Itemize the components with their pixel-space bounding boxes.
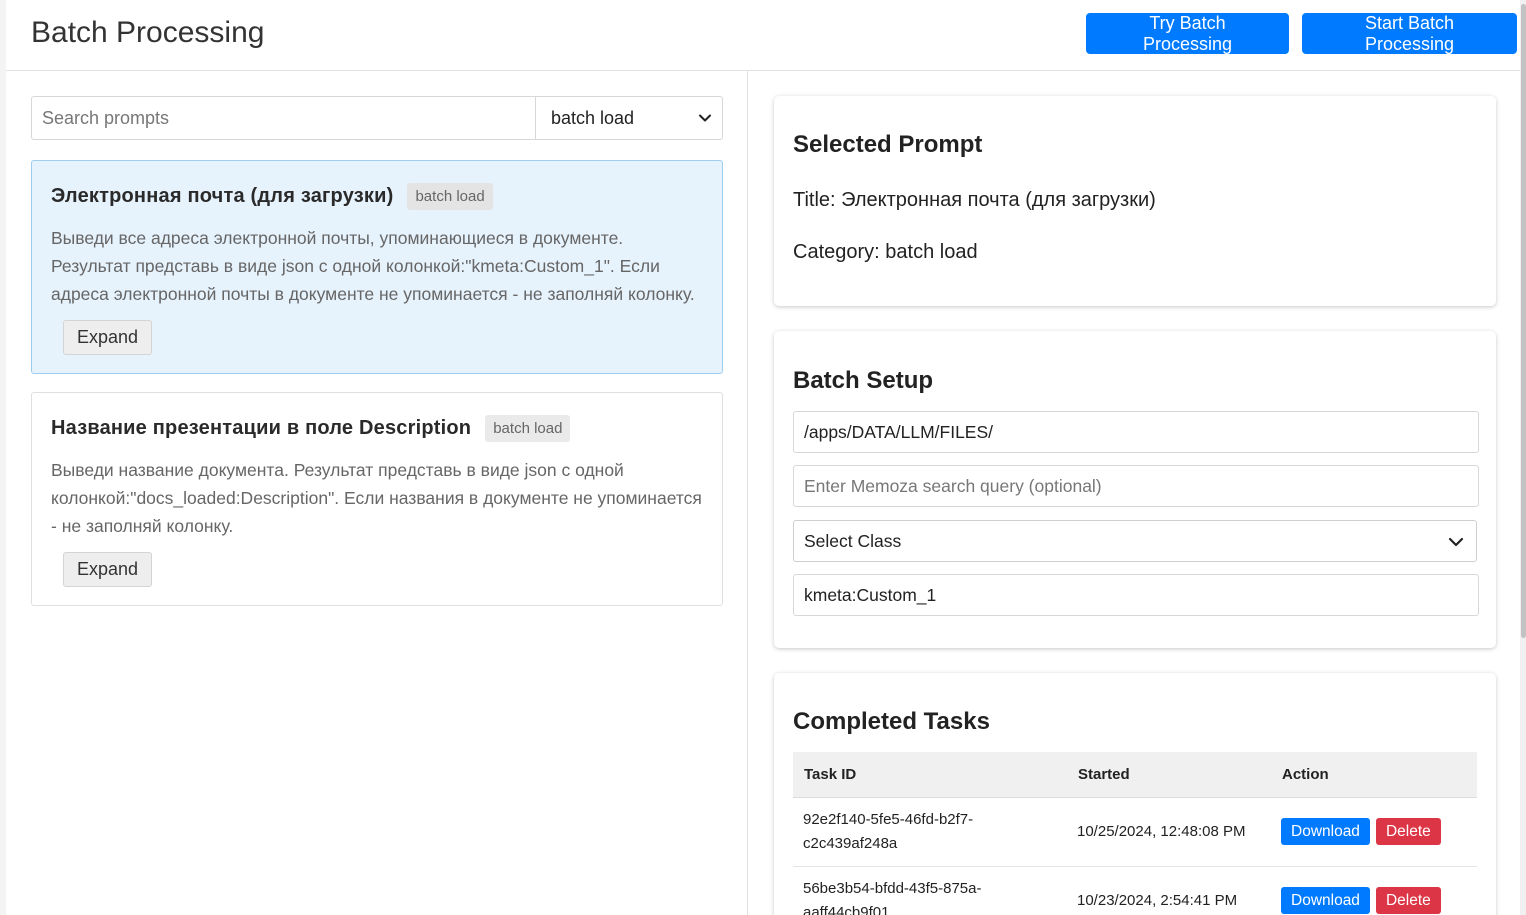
task-id-part: c2c439af248a xyxy=(803,834,898,852)
started-cell: 10/25/2024, 12:48:08 PM xyxy=(1067,797,1271,867)
category-select-value: batch load xyxy=(551,107,635,128)
prompt-card[interactable]: Название презентации в поле Description … xyxy=(31,392,723,606)
category-select[interactable]: batch load xyxy=(536,97,722,139)
prompt-title: Электронная почта (для загрузки) xyxy=(51,185,394,207)
class-select-value: Select Class xyxy=(804,530,902,551)
batch-setup-panel: Batch Setup Select Class xyxy=(774,331,1496,648)
class-select[interactable]: Select Class xyxy=(793,520,1477,562)
prompt-text: Выведи название документа. Результат пре… xyxy=(51,460,702,536)
download-button[interactable]: Download xyxy=(1281,818,1370,845)
category-badge: batch load xyxy=(485,415,571,442)
selected-prompt-category: Category: batch load xyxy=(793,241,978,263)
task-id-cell: 56be3b54-bfdd-43f5-875a- aaff44cb9f01 xyxy=(793,866,1067,915)
top-header: Batch Processing Try Batch Processing St… xyxy=(6,0,1520,71)
prompt-list-pane: batch load Электронная почта (для загруз… xyxy=(6,71,748,915)
prompt-title: Название презентации в поле Description xyxy=(51,417,472,439)
delete-button[interactable]: Delete xyxy=(1375,818,1441,845)
details-pane: Selected Prompt Title: Электронная почта… xyxy=(748,71,1520,915)
chevron-down-icon xyxy=(699,114,711,122)
task-id-part: 92e2f140-5fe5-46fd-b2f7- xyxy=(803,810,974,828)
app-window: Batch Processing Try Batch Processing St… xyxy=(6,0,1520,915)
search-prompts-input[interactable] xyxy=(32,97,536,139)
path-input[interactable] xyxy=(793,411,1479,453)
task-id-part: 56be3b54-bfdd-43f5-875a- xyxy=(803,879,982,897)
column-header-started: Started xyxy=(1067,752,1271,798)
table-header-row: Task ID Started Action xyxy=(793,752,1477,798)
completed-tasks-heading: Completed Tasks xyxy=(793,708,990,735)
try-batch-processing-button[interactable]: Try Batch Processing xyxy=(1086,13,1289,54)
table-row: 56be3b54-bfdd-43f5-875a- aaff44cb9f01 10… xyxy=(793,866,1477,915)
action-cell: Download Delete xyxy=(1271,866,1477,915)
column-header-action: Action xyxy=(1271,752,1477,798)
page-title: Batch Processing xyxy=(31,16,265,49)
selected-prompt-panel: Selected Prompt Title: Электронная почта… xyxy=(774,96,1496,306)
batch-setup-heading: Batch Setup xyxy=(793,367,934,394)
tasks-table: Task ID Started Action 92e2f140-5fe5-46f… xyxy=(793,752,1477,915)
prompt-card[interactable]: Электронная почта (для загрузки) batch l… xyxy=(31,160,723,374)
column-header-task-id: Task ID xyxy=(793,752,1067,798)
selected-prompt-title: Title: Электронная почта (для загрузки) xyxy=(793,189,1156,211)
search-bar: batch load xyxy=(31,96,723,140)
prompt-card-header: Название презентации в поле Description … xyxy=(51,415,703,442)
task-id-cell: 92e2f140-5fe5-46fd-b2f7- c2c439af248a xyxy=(793,797,1067,867)
started-cell: 10/23/2024, 2:54:41 PM xyxy=(1067,866,1271,915)
target-field-input[interactable] xyxy=(793,574,1479,616)
prompt-card-header: Электронная почта (для загрузки) batch l… xyxy=(51,183,703,210)
expand-button[interactable]: Expand xyxy=(63,552,153,587)
action-cell: Download Delete xyxy=(1271,797,1477,867)
expand-button[interactable]: Expand xyxy=(63,320,153,355)
category-badge: batch load xyxy=(407,183,493,210)
delete-button[interactable]: Delete xyxy=(1375,887,1441,914)
download-button[interactable]: Download xyxy=(1281,887,1370,914)
selected-prompt-heading: Selected Prompt xyxy=(793,131,983,158)
memoza-query-input[interactable] xyxy=(793,465,1479,507)
task-id-part: aaff44cb9f01 xyxy=(803,903,890,915)
completed-tasks-panel: Completed Tasks Task ID Started Action 9… xyxy=(774,673,1496,915)
chevron-down-icon xyxy=(1448,537,1464,547)
page-scrollbar[interactable] xyxy=(1520,0,1526,915)
scrollbar-thumb[interactable] xyxy=(1521,4,1526,638)
prompt-text: Выведи все адреса электронной почты, упо… xyxy=(51,228,695,304)
start-batch-processing-button[interactable]: Start Batch Processing xyxy=(1302,13,1517,54)
table-row: 92e2f140-5fe5-46fd-b2f7- c2c439af248a 10… xyxy=(793,797,1477,867)
